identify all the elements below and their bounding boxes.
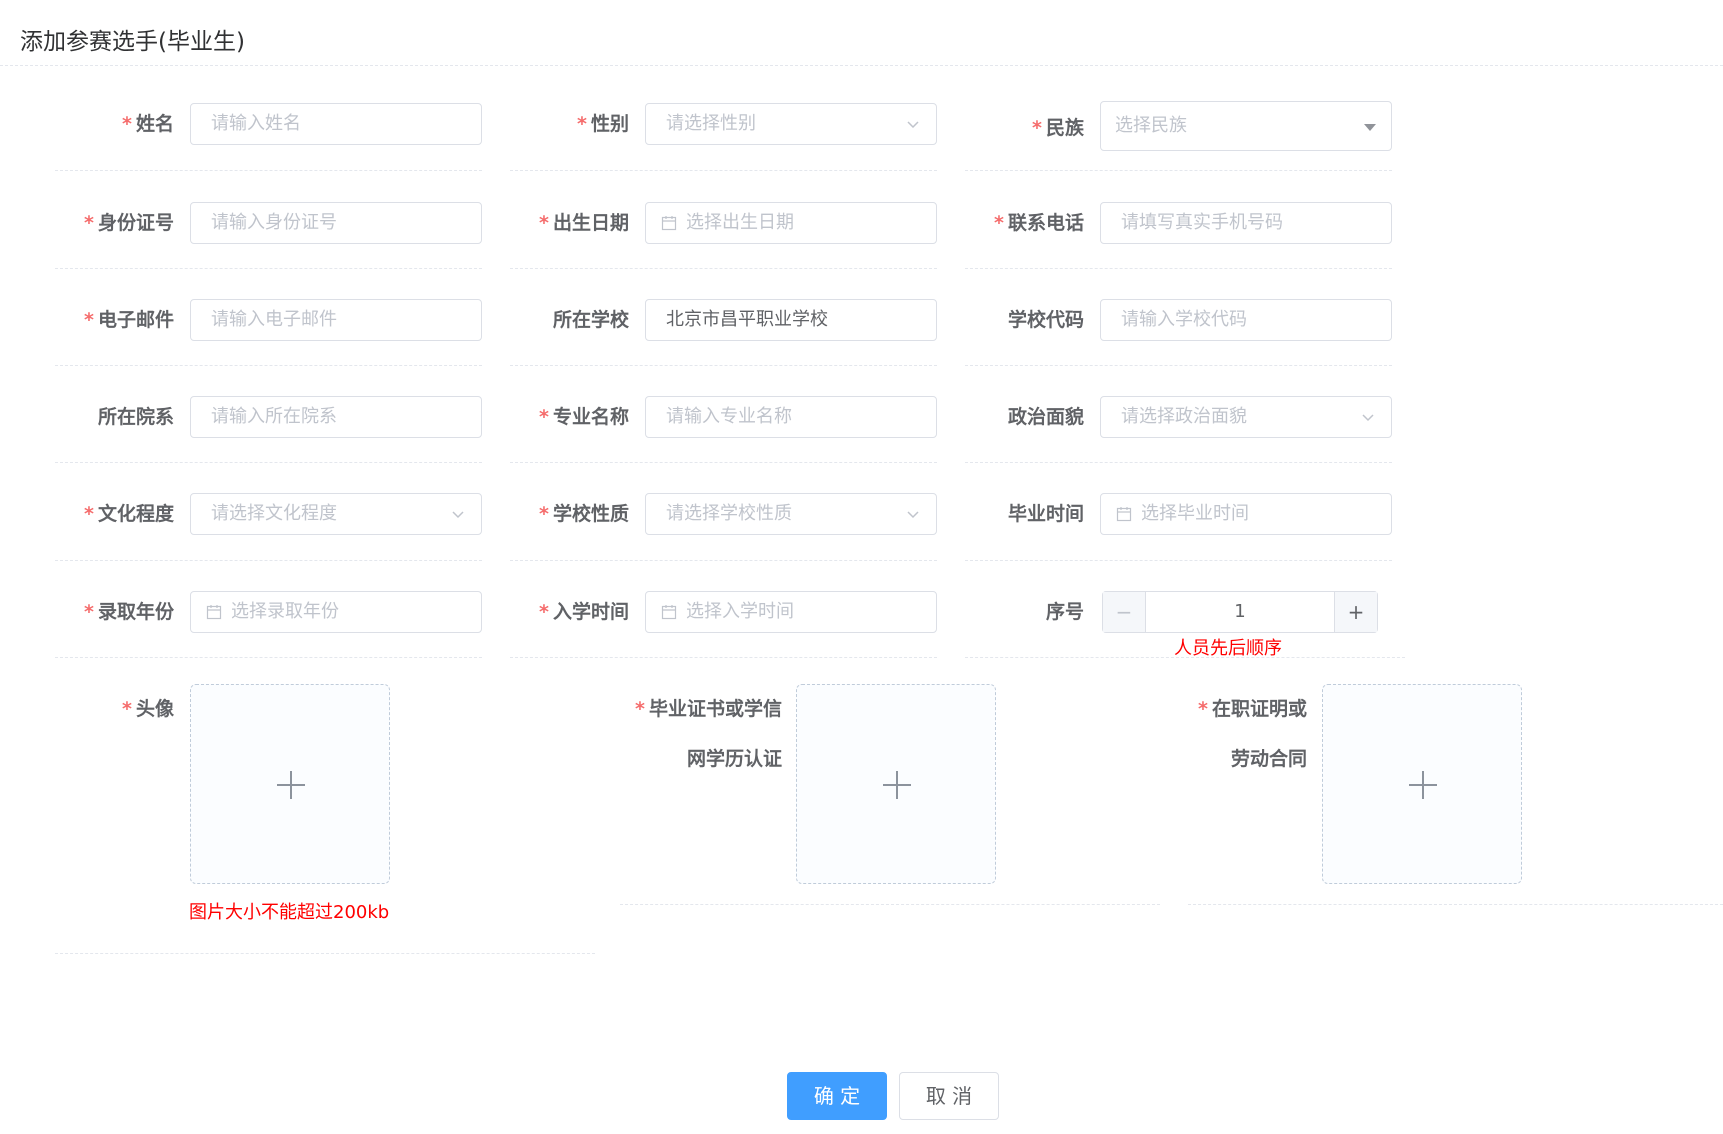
row-divider — [965, 462, 1392, 463]
row-divider — [510, 170, 937, 171]
decrease-button[interactable]: − — [1103, 592, 1146, 632]
department-label: 所在院系 — [97, 406, 174, 428]
birth-date-label: * 出生日期 — [539, 212, 629, 234]
enrollment-time-picker[interactable]: 选择入学时间 — [645, 591, 937, 633]
row-divider — [965, 657, 1405, 658]
political-status-select[interactable]: 请选择政治面貌 — [1100, 396, 1392, 438]
graduation-time-label: 毕业时间 — [1007, 503, 1084, 525]
confirm-button[interactable]: 确 定 — [787, 1072, 887, 1120]
row-divider — [55, 657, 482, 658]
avatar-label: * 头像 — [122, 698, 174, 720]
avatar-upload[interactable] — [190, 684, 390, 884]
chevron-down-icon — [452, 511, 464, 519]
employment-upload[interactable] — [1322, 684, 1522, 884]
diploma-label: * 毕业证书或学信 网学历认证 — [635, 698, 782, 770]
dialog-header: 添加参赛选手(毕业生) — [0, 0, 1723, 66]
sequence-value[interactable]: 1 — [1146, 592, 1334, 632]
row-divider — [55, 365, 482, 366]
row-divider — [55, 170, 482, 171]
plus-icon — [1409, 771, 1437, 799]
row-divider — [510, 365, 937, 366]
row-divider — [965, 560, 1392, 561]
row-divider — [965, 170, 1392, 171]
calendar-icon — [661, 605, 677, 620]
major-input[interactable]: 请输入专业名称 — [645, 396, 937, 438]
employment-label: * 在职证明或 劳动合同 — [1198, 698, 1307, 770]
ethnicity-select[interactable]: 选择民族 — [1100, 101, 1392, 151]
chevron-down-icon — [907, 121, 919, 129]
row-divider — [1188, 904, 1723, 905]
row-divider — [965, 365, 1392, 366]
calendar-icon — [206, 605, 222, 620]
school-code-label: 学校代码 — [1007, 309, 1084, 331]
id-number-label: * 身份证号 — [84, 212, 174, 234]
sequence-stepper[interactable]: − 1 + — [1102, 591, 1378, 633]
chevron-down-icon — [907, 511, 919, 519]
row-divider — [55, 560, 482, 561]
cancel-button[interactable]: 取 消 — [899, 1072, 999, 1120]
admission-year-picker[interactable]: 选择录取年份 — [190, 591, 482, 633]
dialog-title: 添加参赛选手(毕业生) — [20, 29, 245, 55]
gender-label: * 性别 — [577, 113, 629, 135]
chevron-down-icon — [1362, 414, 1374, 422]
increase-button[interactable]: + — [1334, 592, 1377, 632]
email-label: * 电子邮件 — [84, 309, 174, 331]
calendar-icon — [661, 216, 677, 231]
school-type-label: * 学校性质 — [539, 503, 629, 525]
ethnicity-label: * 民族 — [1032, 117, 1084, 139]
gender-select[interactable]: 请选择性别 — [645, 103, 937, 145]
school-label: 所在学校 — [552, 309, 629, 331]
row-divider — [965, 268, 1392, 269]
school-type-select[interactable]: 请选择学校性质 — [645, 493, 937, 535]
row-divider — [55, 268, 482, 269]
plus-icon — [883, 771, 911, 799]
calendar-icon — [1116, 507, 1132, 522]
phone-label: * 联系电话 — [994, 212, 1084, 234]
plus-icon — [277, 771, 305, 799]
enrollment-time-label: * 入学时间 — [539, 601, 629, 623]
school-code-input[interactable]: 请输入学校代码 — [1100, 299, 1392, 341]
sequence-label: 序号 — [1045, 601, 1084, 623]
id-number-input[interactable]: 请输入身份证号 — [190, 202, 482, 244]
birth-date-picker[interactable]: 选择出生日期 — [645, 202, 937, 244]
email-input[interactable]: 请输入电子邮件 — [190, 299, 482, 341]
row-divider — [510, 560, 937, 561]
political-status-label: 政治面貌 — [1007, 406, 1084, 428]
major-label: * 专业名称 — [539, 406, 629, 428]
phone-input[interactable]: 请填写真实手机号码 — [1100, 202, 1392, 244]
avatar-hint: 图片大小不能超过200kb — [189, 902, 390, 923]
diploma-upload[interactable] — [796, 684, 996, 884]
row-divider — [510, 268, 937, 269]
school-input[interactable]: 北京市昌平职业学校 — [645, 299, 937, 341]
department-input[interactable]: 请输入所在院系 — [190, 396, 482, 438]
admission-year-label: * 录取年份 — [84, 601, 174, 623]
education-label: * 文化程度 — [84, 503, 174, 525]
name-input[interactable]: 请输入姓名 — [190, 103, 482, 145]
name-label: * 姓名 — [122, 113, 174, 135]
row-divider — [55, 462, 482, 463]
row-divider — [510, 462, 937, 463]
row-divider — [620, 904, 1160, 905]
education-select[interactable]: 请选择文化程度 — [190, 493, 482, 535]
caret-down-icon — [1364, 124, 1376, 131]
row-divider — [510, 657, 937, 658]
row-divider — [55, 953, 595, 954]
graduation-time-picker[interactable]: 选择毕业时间 — [1100, 493, 1392, 535]
